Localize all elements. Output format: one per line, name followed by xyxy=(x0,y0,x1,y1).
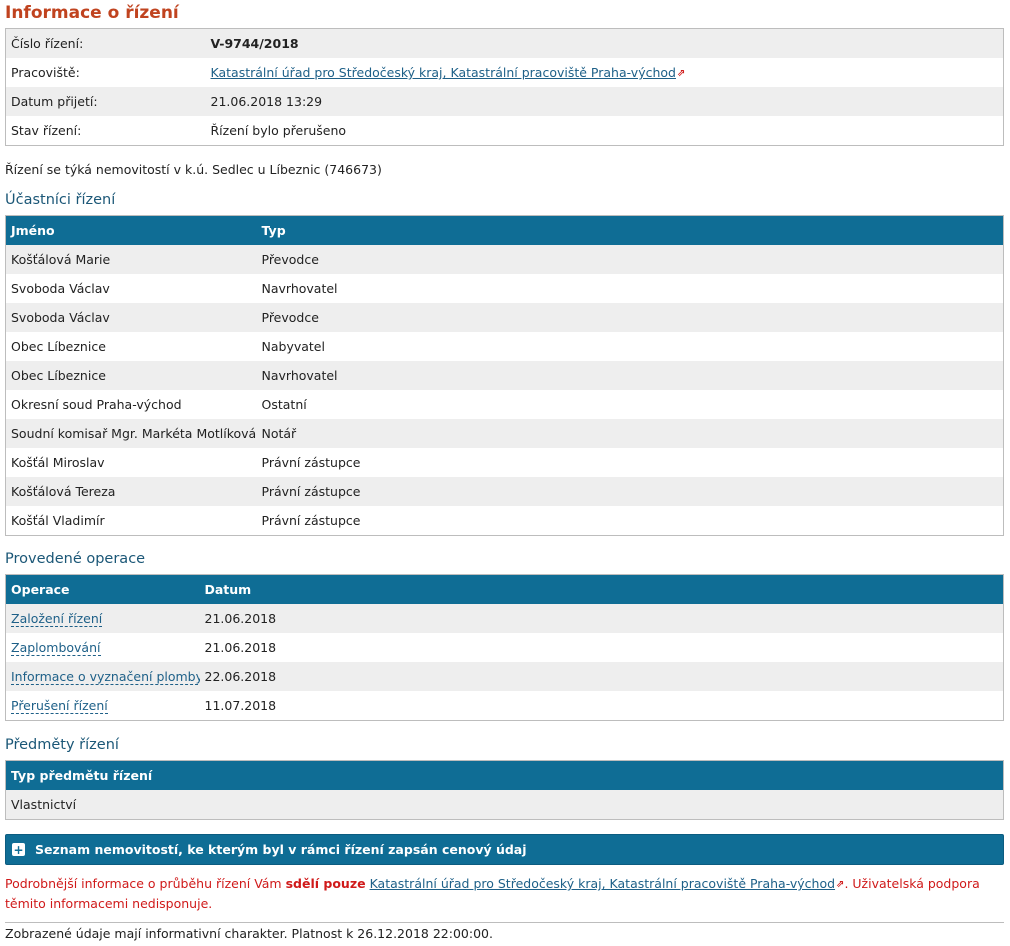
info-label: Datum přijetí: xyxy=(5,87,206,116)
operation-date: 21.06.2018 xyxy=(199,604,1004,633)
external-link-icon[interactable]: ⇗ xyxy=(677,68,685,79)
office-link[interactable]: Katastrální úřad pro Středočeský kraj, K… xyxy=(211,65,676,80)
participants-table: Jméno Typ Košťálová Marie Převodce Svobod… xyxy=(5,215,1004,536)
column-header-name: Jméno xyxy=(5,215,257,245)
info-row-number: Číslo řízení: V-9744/2018 xyxy=(5,28,1004,58)
participant-type: Navrhovatel xyxy=(256,361,1004,390)
operation-link[interactable]: Informace o vyznačení plomby xyxy=(11,669,200,685)
table-row: Zaplombování 21.06.2018 xyxy=(5,633,1004,662)
price-records-toggle[interactable]: + Seznam nemovitostí, ke kterým byl v rá… xyxy=(5,834,1004,865)
participant-name: Obec Líbeznice xyxy=(5,332,257,361)
proceeding-number: V-9744/2018 xyxy=(205,28,1004,58)
participant-name: Svoboda Václav xyxy=(5,274,257,303)
table-row: Soudní komisař Mgr. Markéta Motlíková Not… xyxy=(5,419,1004,448)
participant-name: Okresní soud Praha-východ xyxy=(5,390,257,419)
participant-type: Převodce xyxy=(256,245,1004,274)
operations-table: Operace Datum Založení řízení 21.06.2018 … xyxy=(5,574,1004,721)
participant-name: Košťálová Marie xyxy=(5,245,257,274)
participants-heading: Účastníci řízení xyxy=(5,192,116,208)
operations-heading: Provedené operace xyxy=(5,551,146,567)
participant-type: Ostatní xyxy=(256,390,1004,419)
divider xyxy=(5,922,1004,923)
participant-name: Soudní komisař Mgr. Markéta Motlíková xyxy=(5,419,257,448)
page: Informace o řízení Číslo řízení: V-9744/… xyxy=(0,0,1010,946)
table-row: Vlastnictví xyxy=(5,790,1004,820)
participant-name: Košťálová Tereza xyxy=(5,477,257,506)
participant-type: Převodce xyxy=(256,303,1004,332)
subject-type: Vlastnictví xyxy=(5,790,1004,820)
table-header-row: Jméno Typ xyxy=(5,215,1004,245)
info-label: Číslo řízení: xyxy=(5,28,206,58)
participant-name: Obec Líbeznice xyxy=(5,361,257,390)
operation-link[interactable]: Zaplombování xyxy=(11,640,101,656)
column-header-operation: Operace xyxy=(5,574,200,604)
info-row-office: Pracoviště: Katastrální úřad pro Středoč… xyxy=(5,58,1004,87)
column-header-type: Typ xyxy=(256,215,1004,245)
participant-name: Košťál Miroslav xyxy=(5,448,257,477)
table-row: Košťál Vladimír Právní zástupce xyxy=(5,506,1004,536)
operation-date: 11.07.2018 xyxy=(199,691,1004,721)
warning-message: Podrobnější informace o průběhu řízení V… xyxy=(5,874,995,913)
operation-link[interactable]: Založení řízení xyxy=(11,611,103,627)
office-value: Katastrální úřad pro Středočeský kraj, K… xyxy=(205,58,1004,87)
table-row: Obec Líbeznice Nabyvatel xyxy=(5,332,1004,361)
column-header-date: Datum xyxy=(199,574,1004,604)
warning-emphasis: sdělí pouze xyxy=(285,876,366,891)
subjects-table: Typ předmětu řízení Vlastnictví xyxy=(5,760,1004,820)
operation-link[interactable]: Přerušení řízení xyxy=(11,698,108,714)
info-row-received: Datum přijetí: 21.06.2018 13:29 xyxy=(5,87,1004,116)
operation-date: 22.06.2018 xyxy=(199,662,1004,691)
operation-date: 21.06.2018 xyxy=(199,633,1004,662)
validity-footer: Zobrazené údaje mají informativní charak… xyxy=(5,926,493,941)
subjects-heading: Předměty řízení xyxy=(5,737,119,753)
table-row: Košťál Miroslav Právní zástupce xyxy=(5,448,1004,477)
table-row: Košťálová Marie Převodce xyxy=(5,245,1004,274)
table-header-row: Operace Datum xyxy=(5,574,1004,604)
participant-name: Košťál Vladimír xyxy=(5,506,257,536)
plus-icon: + xyxy=(12,842,25,857)
table-row: Založení řízení 21.06.2018 xyxy=(5,604,1004,633)
cadastral-note: Řízení se týká nemovitostí v k.ú. Sedlec… xyxy=(5,162,382,177)
participant-type: Právní zástupce xyxy=(256,448,1004,477)
participant-type: Právní zástupce xyxy=(256,477,1004,506)
table-row: Informace o vyznačení plomby 22.06.2018 xyxy=(5,662,1004,691)
participant-type: Právní zástupce xyxy=(256,506,1004,536)
warning-text-start: Podrobnější informace o průběhu řízení V… xyxy=(5,876,286,891)
table-header-row: Typ předmětu řízení xyxy=(5,760,1004,790)
received-date: 21.06.2018 13:29 xyxy=(205,87,1004,116)
participant-type: Nabyvatel xyxy=(256,332,1004,361)
info-row-status: Stav řízení: Řízení bylo přerušeno xyxy=(5,116,1004,146)
price-records-label: Seznam nemovitostí, ke kterým byl v rámc… xyxy=(35,842,527,857)
info-label: Pracoviště: xyxy=(5,58,206,87)
page-title: Informace o řízení xyxy=(5,3,179,23)
column-header-subject-type: Typ předmětu řízení xyxy=(5,760,1004,790)
participant-type: Notář xyxy=(256,419,1004,448)
table-row: Okresní soud Praha-východ Ostatní xyxy=(5,390,1004,419)
participant-name: Svoboda Václav xyxy=(5,303,257,332)
info-label: Stav řízení: xyxy=(5,116,206,146)
table-row: Přerušení řízení 11.07.2018 xyxy=(5,691,1004,721)
proceeding-info-table: Číslo řízení: V-9744/2018 Pracoviště: Ka… xyxy=(5,28,1004,146)
office-link-warning[interactable]: Katastrální úřad pro Středočeský kraj, K… xyxy=(370,876,835,891)
table-row: Obec Líbeznice Navrhovatel xyxy=(5,361,1004,390)
table-row: Svoboda Václav Převodce xyxy=(5,303,1004,332)
table-row: Košťálová Tereza Právní zástupce xyxy=(5,477,1004,506)
table-row: Svoboda Václav Navrhovatel xyxy=(5,274,1004,303)
status-value: Řízení bylo přerušeno xyxy=(205,116,1004,146)
participant-type: Navrhovatel xyxy=(256,274,1004,303)
